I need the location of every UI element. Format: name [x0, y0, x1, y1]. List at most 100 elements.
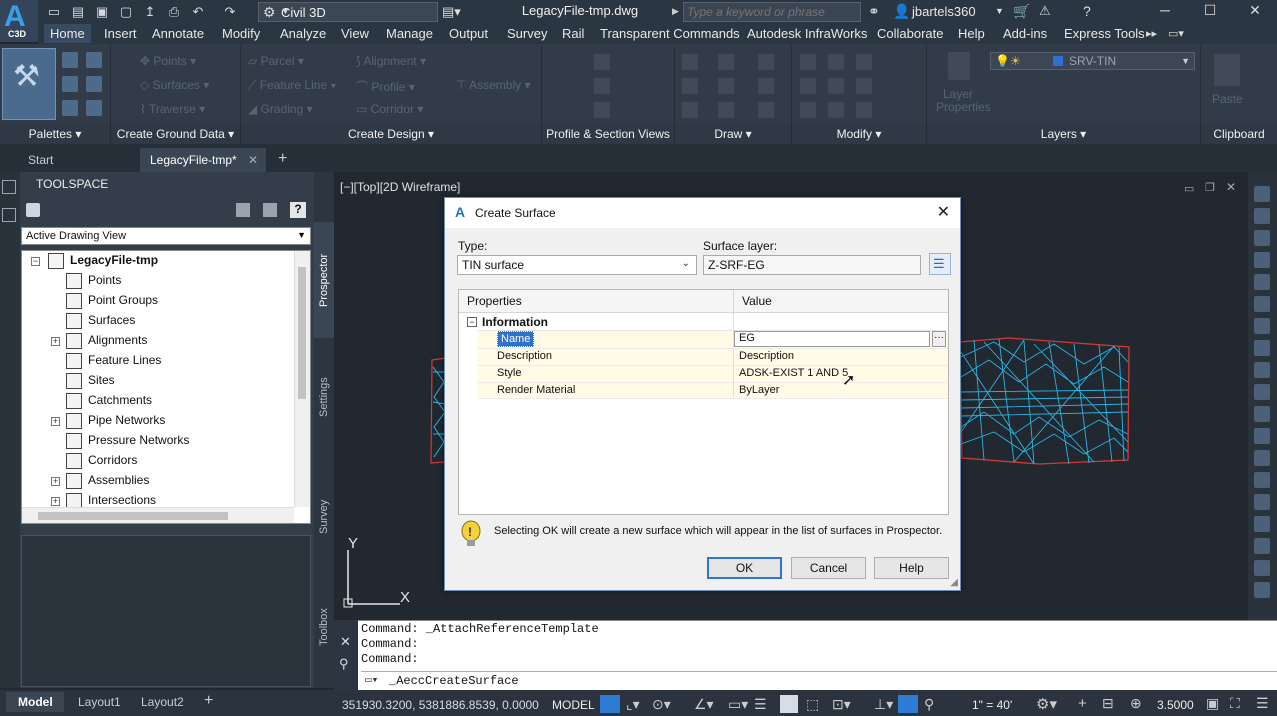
doc-tab-current[interactable]: LegacyFile-tmp* ✕ — [140, 148, 266, 172]
collapse-icon[interactable]: − — [467, 317, 477, 327]
command-input[interactable]: ▭▾ _AeccCreateSurface — [361, 671, 1277, 690]
tree-item-pipe-networks[interactable]: Pipe Networks — [66, 413, 165, 433]
tool-icon[interactable] — [1254, 582, 1270, 598]
doc-tab-start[interactable]: Start — [18, 148, 63, 172]
tab-express-tools[interactable]: Express Tools — [1064, 24, 1145, 43]
row-style[interactable]: Style ADSK-EXIST 1 AND 5 — [477, 365, 948, 382]
tab-settings[interactable]: Settings — [314, 342, 334, 452]
tab-annotate[interactable]: Annotate — [152, 24, 204, 43]
tree-item-pressure-networks[interactable]: Pressure Networks — [66, 433, 189, 453]
user-icon[interactable]: 👤 — [893, 3, 910, 20]
user-name[interactable]: jbartels360 — [912, 4, 976, 19]
tool-icon[interactable] — [1254, 472, 1270, 488]
3d-osnap-icon[interactable]: ⊡▾ — [832, 696, 851, 713]
dynamic-ucs-icon[interactable]: ⊥▾ — [874, 696, 893, 713]
selection-cycling-icon[interactable]: ⬚ — [806, 696, 819, 713]
tab-collaborate[interactable]: Collaborate — [877, 24, 944, 43]
chevron-down-icon[interactable]: ▼ — [995, 6, 1004, 16]
tree-root[interactable]: LegacyFile-tmp — [48, 253, 158, 273]
tab-survey[interactable]: Survey — [507, 24, 547, 43]
application-menu-button[interactable]: A C3D — [0, 0, 38, 42]
redo-icon[interactable]: ↷ — [222, 4, 238, 20]
tab-home[interactable]: Home — [44, 24, 91, 43]
open-web-icon[interactable]: ↥ — [142, 4, 158, 20]
tab-insert[interactable]: Insert — [104, 24, 137, 43]
expand-icon[interactable]: + — [51, 337, 60, 346]
close-icon[interactable]: ✕ — [340, 634, 351, 650]
layout-tab-2[interactable]: Layout2 — [141, 695, 184, 709]
tab-autodesk-infraworks[interactable]: Autodesk InfraWorks — [747, 24, 867, 43]
tab-output[interactable]: Output — [449, 24, 488, 43]
surface-type-select[interactable]: TIN surface ⌄ — [457, 255, 697, 275]
annotation-monitor-icon[interactable]: + — [1078, 695, 1087, 712]
tree-item-corridors[interactable]: Corridors — [66, 453, 137, 473]
tab-help[interactable]: Help — [958, 24, 985, 43]
model-space-toggle[interactable]: MODEL — [552, 698, 595, 712]
row-render-material[interactable]: Render Material ByLayer — [477, 382, 948, 399]
tab-modify[interactable]: Modify — [222, 24, 260, 43]
panel-palettes[interactable]: Palettes ▾ — [0, 125, 110, 144]
tab-toolbox[interactable]: Toolbox — [314, 577, 334, 677]
close-window-icon[interactable]: ✕ — [1235, 2, 1275, 19]
toolspace-options-icon[interactable] — [26, 203, 40, 217]
auto-scale-icon[interactable]: ⚲ — [924, 696, 934, 713]
style-value[interactable]: ADSK-EXIST 1 AND 5 — [739, 367, 848, 379]
panel-create-design[interactable]: Create Design ▾ — [241, 125, 541, 144]
customize-status-icon[interactable]: ☰ — [1256, 695, 1269, 712]
row-name[interactable]: Name EG ··· — [477, 331, 948, 348]
tool-icon[interactable] — [1254, 538, 1270, 554]
palette-icon[interactable] — [86, 76, 102, 92]
new-tab-icon[interactable]: + — [278, 150, 287, 168]
palette-icon[interactable] — [62, 100, 78, 116]
elevation-value[interactable]: 3.5000 — [1157, 698, 1194, 712]
panel-modify[interactable]: Modify ▾ — [792, 125, 926, 144]
tab-prospector[interactable]: Prospector — [314, 222, 334, 338]
tool-icon[interactable] — [1254, 362, 1270, 378]
tree-item-point-groups[interactable]: Point Groups — [66, 293, 158, 313]
minimize-icon[interactable]: ─ — [1145, 2, 1185, 18]
tool-icon[interactable] — [1254, 296, 1270, 312]
units-icon[interactable]: ⊟ — [1102, 695, 1114, 712]
snap-icon[interactable]: ⌞▾ — [626, 696, 640, 713]
palette-icon[interactable] — [62, 52, 78, 68]
polar-icon[interactable]: ∠▾ — [694, 696, 714, 713]
palette-icon[interactable] — [86, 52, 102, 68]
open-icon[interactable]: ▤ — [70, 4, 86, 20]
annotation-scale[interactable]: 1" = 40' — [972, 698, 1012, 712]
horizontal-scrollbar[interactable] — [22, 507, 294, 523]
tool-icon[interactable] — [1254, 208, 1270, 224]
transparency-icon[interactable] — [780, 695, 798, 713]
osnap-icon[interactable]: ▭▾ — [728, 696, 748, 713]
new-layout-icon[interactable]: + — [204, 692, 213, 710]
tool-icon[interactable] — [1254, 230, 1270, 246]
coordinates-readout[interactable]: 351930.3200, 5381886.8539, 0.0000 — [342, 698, 539, 712]
layout-tab-1[interactable]: Layout1 — [78, 695, 121, 709]
maximize-icon[interactable]: ☐ — [1190, 2, 1230, 19]
tool-icon[interactable] — [1254, 186, 1270, 202]
tab-analyze[interactable]: Analyze — [280, 24, 326, 43]
quick-properties-icon[interactable]: ⊕ — [1130, 695, 1142, 712]
properties-icon[interactable] — [2, 208, 16, 222]
tool-icon[interactable] — [1254, 560, 1270, 576]
expand-icon[interactable]: + — [51, 477, 60, 486]
collapse-icon[interactable]: − — [31, 257, 40, 266]
autohide-icon[interactable] — [2, 180, 16, 194]
plot-icon[interactable]: ⎙ — [166, 4, 182, 20]
tree-item-surfaces[interactable]: Surfaces — [66, 313, 135, 333]
tab-add-ins[interactable]: Add-ins — [1003, 24, 1047, 43]
name-input[interactable]: EG — [734, 331, 930, 347]
panel-create-ground-data[interactable]: Create Ground Data ▾ — [111, 125, 240, 144]
tab-view[interactable]: View — [341, 24, 369, 43]
tool-icon[interactable] — [1254, 516, 1270, 532]
tree-item-sites[interactable]: Sites — [66, 373, 115, 393]
render-material-value[interactable]: ByLayer — [739, 384, 779, 396]
tools-button[interactable]: ⚒ — [2, 48, 56, 120]
tool-icon[interactable] — [1254, 384, 1270, 400]
grid-icon[interactable] — [600, 695, 620, 713]
panel-layers[interactable]: Layers ▾ — [927, 125, 1200, 144]
vertical-scrollbar[interactable] — [294, 251, 310, 507]
tool-icon[interactable] — [1254, 450, 1270, 466]
layer-picker-button[interactable]: ☰ — [929, 253, 951, 275]
ok-button[interactable]: OK — [707, 557, 782, 579]
row-description[interactable]: Description Description — [477, 348, 948, 365]
